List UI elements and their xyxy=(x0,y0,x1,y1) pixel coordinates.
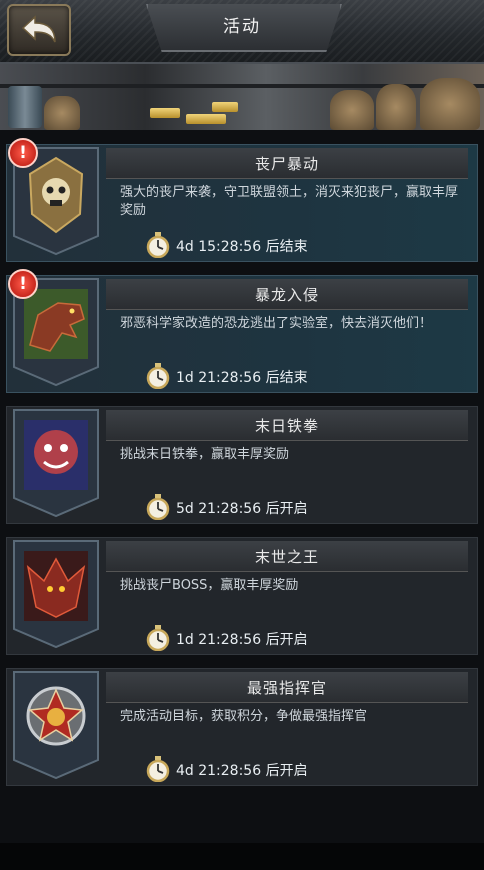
event-description: 邪恶科学家改造的恐龙逃出了实验室，快去消灭他们！ xyxy=(120,316,433,331)
event-title: 暴龙入侵 xyxy=(254,286,319,304)
countdown-text: 4d 21:28:56 后开启 xyxy=(176,763,308,779)
event-card[interactable]: 最强指挥官 完成活动目标，获取积分，争做最强指挥官 4d 21:28:56 后开… xyxy=(6,664,478,786)
stopwatch-icon xyxy=(146,625,170,651)
countdown-text: 4d 15:28:56 后结束 xyxy=(176,239,308,255)
event-title: 丧尸暴动 xyxy=(254,155,319,173)
back-button[interactable] xyxy=(7,4,71,56)
event-card[interactable]: ! 暴龙入侵 邪恶科学家改造的恐龙逃出了实验室，快去消灭他们！ 1d 21:28… xyxy=(6,269,478,393)
event-description: 完成活动目标，获取积分，争做最强指挥官 xyxy=(120,709,368,724)
banner-gold-bar xyxy=(186,114,226,124)
event-banner-image xyxy=(0,64,484,130)
dragon-king-icon xyxy=(13,540,99,649)
countdown-text: 1d 21:28:56 后开启 xyxy=(176,632,308,648)
banner-barrel xyxy=(8,86,42,128)
mutant-boss-icon xyxy=(13,409,99,518)
bottom-bar xyxy=(0,843,484,870)
back-arrow-icon xyxy=(21,15,56,43)
banner-shelf xyxy=(0,84,484,88)
banner-gold-bar xyxy=(212,102,238,112)
event-card[interactable]: ! 丧尸暴动 强大的丧尸来袭，守卫联盟领土，消灭来犯丧尸，赢取丰厚奖励 4d 1… xyxy=(6,138,478,262)
event-description: 挑战丧尸BOSS，赢取丰厚奖励 xyxy=(120,578,299,593)
event-description: 强大的丧尸来袭，守卫联盟领土，消灭来犯丧尸，赢取丰厚奖励 xyxy=(120,185,459,218)
commander-medal-icon xyxy=(13,671,99,780)
stopwatch-icon xyxy=(146,494,170,520)
event-title: 末世之王 xyxy=(254,548,319,566)
banner-sack xyxy=(330,90,374,130)
top-bar: 活动 xyxy=(0,0,484,64)
event-title: 最强指挥官 xyxy=(246,679,327,697)
banner-gold-bar xyxy=(150,108,180,118)
event-card[interactable]: 末世之王 挑战丧尸BOSS，赢取丰厚奖励 1d 21:28:56 后开启 xyxy=(6,533,478,655)
alert-badge: ! xyxy=(8,269,38,299)
event-title: 末日铁拳 xyxy=(254,417,319,435)
banner-sack xyxy=(420,78,480,130)
banner-sack xyxy=(44,96,80,130)
alert-badge: ! xyxy=(8,138,38,168)
event-description: 挑战末日铁拳，赢取丰厚奖励 xyxy=(120,447,290,462)
stopwatch-icon xyxy=(146,363,170,389)
stopwatch-icon xyxy=(146,232,170,258)
event-card[interactable]: 末日铁拳 挑战末日铁拳，赢取丰厚奖励 5d 21:28:56 后开启 xyxy=(6,402,478,524)
countdown-text: 5d 21:28:56 后开启 xyxy=(176,501,308,517)
stopwatch-icon xyxy=(146,756,170,782)
banner-sack xyxy=(376,84,416,130)
countdown-text: 1d 21:28:56 后结束 xyxy=(176,370,308,386)
page-title: 活动 xyxy=(223,17,261,37)
